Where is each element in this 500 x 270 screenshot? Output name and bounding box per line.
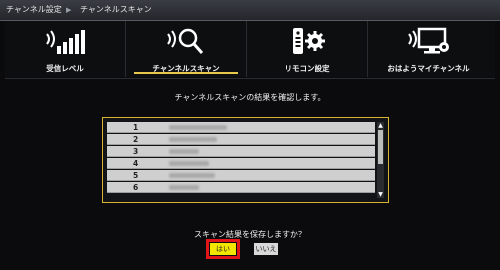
list-item[interactable]: 3 <box>107 146 375 157</box>
redacted-channel-name <box>169 173 215 178</box>
save-question: スキャン結果を保存しますか？ <box>194 230 306 239</box>
scroll-down-arrow-icon[interactable]: ▼ <box>377 191 384 198</box>
channel-number: 4 <box>133 159 139 168</box>
scan-result-list[interactable]: 1 2 3 4 5 6 ▲ ▼ <box>102 117 389 203</box>
list-item[interactable]: 4 <box>107 158 375 169</box>
breadcrumb-separator: ▶ <box>66 6 72 14</box>
list-scrollbar[interactable]: ▲ ▼ <box>377 122 384 198</box>
broadcast-search-icon <box>167 28 204 54</box>
redacted-channel-name <box>169 137 217 142</box>
remote-settings-icon <box>293 28 325 54</box>
list-item[interactable]: 1 <box>107 122 375 133</box>
tab-bar: 受信レベル チャンネルスキャン リモコン設定 おはようマイチャンネル <box>5 21 495 77</box>
channel-number: 5 <box>133 171 139 180</box>
tab-label: リモコン設定 <box>284 64 330 73</box>
broadcast-tv-icon <box>407 27 449 54</box>
scroll-up-arrow-icon[interactable]: ▲ <box>377 122 384 129</box>
list-item[interactable]: 2 <box>107 134 375 145</box>
tab-good-morning-channel[interactable]: おはようマイチャンネル <box>368 21 489 77</box>
list-item[interactable]: 5 <box>107 170 375 181</box>
instruction-text: チャンネルスキャンの結果を確認します。 <box>174 93 326 102</box>
scroll-thumb[interactable] <box>378 130 383 164</box>
redacted-channel-name <box>169 149 199 154</box>
channel-number: 2 <box>133 135 139 144</box>
tab-reception-level[interactable]: 受信レベル <box>5 21 126 77</box>
channel-number: 3 <box>133 147 139 156</box>
redacted-channel-name <box>169 185 199 190</box>
redacted-channel-name <box>169 125 227 130</box>
active-tab-indicator <box>134 72 238 74</box>
tab-label: おはようマイチャンネル <box>387 64 470 73</box>
channel-number: 6 <box>133 183 139 192</box>
tab-channel-scan[interactable]: チャンネルスキャン <box>126 21 247 77</box>
signal-strength-icon <box>46 30 85 54</box>
tab-label: 受信レベル <box>46 64 84 73</box>
redacted-channel-name <box>169 161 209 166</box>
breadcrumb: チャンネル設定 ▶ チャンネルスキャン <box>0 0 500 21</box>
divider <box>5 78 495 79</box>
no-button[interactable]: いいえ <box>254 243 278 255</box>
breadcrumb-current: チャンネルスキャン <box>80 5 152 14</box>
tab-remote-settings[interactable]: リモコン設定 <box>247 21 368 77</box>
yes-button[interactable]: はい <box>206 239 240 259</box>
list-item[interactable]: 6 <box>107 182 375 193</box>
channel-number: 1 <box>133 123 139 132</box>
breadcrumb-parent[interactable]: チャンネル設定 <box>6 0 62 20</box>
